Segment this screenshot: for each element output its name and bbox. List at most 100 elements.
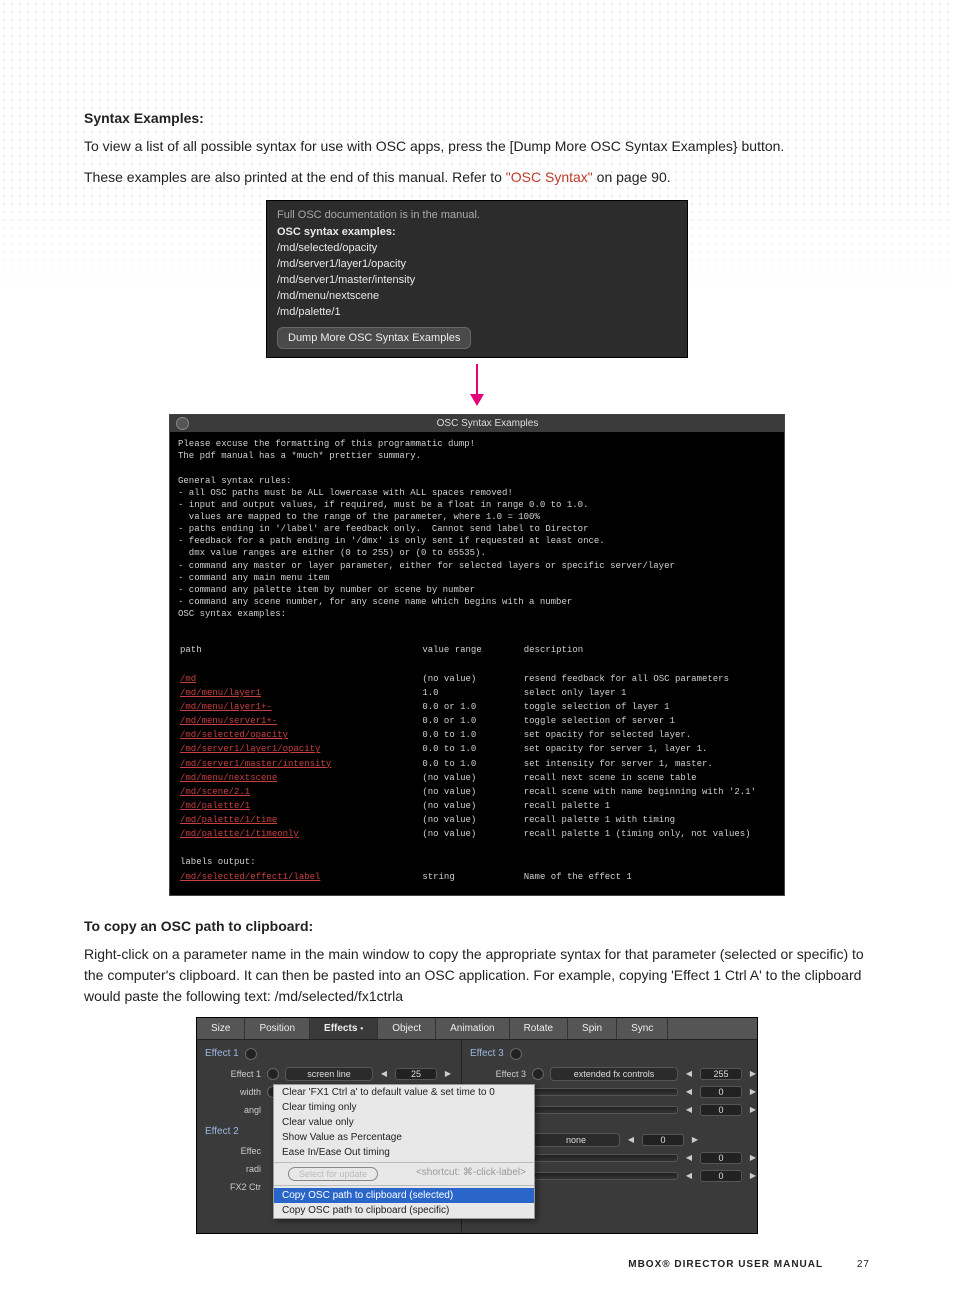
effect3-picker[interactable]: extended fx controls — [550, 1067, 678, 1081]
term-range: string — [422, 871, 503, 883]
para-also-printed-a: These examples are also printed at the e… — [84, 169, 506, 185]
left-arrow-icon[interactable]: ◀ — [379, 1069, 389, 1078]
left-arrow-icon[interactable]: ◀ — [626, 1135, 636, 1144]
console-line: /md/menu/nextscene — [277, 289, 677, 305]
trla-number[interactable]: 0 — [700, 1152, 742, 1164]
menu-clear-value[interactable]: Clear value only — [274, 1115, 534, 1130]
term-path: /md/menu/layer1+- — [180, 701, 402, 713]
labels-hdr: labels output: — [180, 856, 756, 868]
term-path: /md/palette/1 — [180, 800, 402, 812]
right-arrow-icon[interactable]: ▶ — [443, 1069, 453, 1078]
console-line: /md/server1/layer1/opacity — [277, 257, 677, 273]
menu-clear-default[interactable]: Clear 'FX1 Ctrl a' to default value & se… — [274, 1085, 534, 1100]
right-arrow-icon[interactable]: ▶ — [748, 1069, 758, 1078]
radi-label[interactable]: radi — [205, 1164, 261, 1174]
close-icon[interactable] — [176, 417, 189, 430]
left-arrow-icon[interactable]: ◀ — [684, 1087, 694, 1096]
tab-rotate[interactable]: Rotate — [510, 1018, 568, 1039]
term-desc: recall scene with name beginning with '2… — [524, 786, 756, 798]
fx3a-number[interactable]: 0 — [700, 1086, 742, 1098]
right-arrow-icon[interactable]: ▶ — [748, 1087, 758, 1096]
dump-more-button[interactable]: Dump More OSC Syntax Examples — [277, 327, 471, 349]
effect1-number[interactable]: 25 — [395, 1068, 437, 1080]
effect1-label[interactable]: Effect 1 — [205, 1069, 261, 1079]
width-label[interactable]: width — [205, 1087, 261, 1097]
heading-copy-path: To copy an OSC path to clipboard: — [84, 918, 870, 934]
right-arrow-icon[interactable]: ▶ — [748, 1171, 758, 1180]
ect4-picker[interactable]: none — [532, 1133, 620, 1147]
console-title: OSC syntax examples: — [277, 225, 677, 241]
term-desc: set intensity for server 1, master. — [524, 758, 756, 770]
menu-copy-osc-selected[interactable]: Copy OSC path to clipboard (selected) — [274, 1188, 534, 1203]
effec-label[interactable]: Effec — [205, 1146, 261, 1156]
trlb2-slider[interactable] — [532, 1172, 678, 1180]
term-path: /md/palette/1/timeonly — [180, 828, 402, 840]
arrow-down-icon — [470, 394, 484, 406]
console-cut-text: Full OSC documentation is in the manual. — [277, 209, 677, 221]
link-osc-syntax[interactable]: "OSC Syntax" — [506, 169, 593, 185]
tab-object[interactable]: Object — [378, 1018, 436, 1039]
page-footer: MBOX® DIRECTOR USER MANUAL 27 — [628, 1259, 870, 1270]
terminal-rule: values are mapped to the range of the pa… — [178, 511, 776, 523]
angl-label[interactable]: angl — [205, 1105, 261, 1115]
fx2ctr-label[interactable]: FX2 Ctr — [205, 1182, 261, 1192]
term-range: (no value) — [422, 772, 503, 784]
disclosure-icon[interactable] — [245, 1048, 257, 1060]
term-path: /md/selected/effect1/label — [180, 871, 402, 883]
trla-slider[interactable] — [532, 1154, 678, 1162]
tab-sync[interactable]: Sync — [617, 1018, 668, 1039]
menu-ease-timing[interactable]: Ease In/Ease Out timing — [274, 1145, 534, 1160]
terminal-rule: - command any scene number, for any scen… — [178, 596, 776, 608]
tab-effects[interactable]: Effects — [310, 1018, 378, 1039]
left-arrow-icon[interactable]: ◀ — [684, 1171, 694, 1180]
right-arrow-icon[interactable]: ▶ — [748, 1105, 758, 1114]
para-also-printed-b: on page 90. — [593, 169, 671, 185]
term-path: /md/server1/layer1/opacity — [180, 743, 402, 755]
col-desc: description — [524, 644, 756, 656]
tab-position[interactable]: Position — [245, 1018, 310, 1039]
select-for-update-button[interactable]: Select for update — [288, 1167, 378, 1181]
para-also-printed: These examples are also printed at the e… — [84, 167, 870, 188]
para-copy-explain: Right-click on a parameter name in the m… — [84, 944, 870, 1007]
console-line: /md/palette/1 — [277, 305, 677, 321]
effect3-number[interactable]: 255 — [700, 1068, 742, 1080]
terminal-rule: - command any main menu item — [178, 572, 776, 584]
menu-copy-osc-specific[interactable]: Copy OSC path to clipboard (specific) — [274, 1203, 534, 1218]
right-arrow-icon[interactable]: ▶ — [748, 1153, 758, 1162]
left-arrow-icon[interactable]: ◀ — [684, 1105, 694, 1114]
effect1-picker[interactable]: screen line — [285, 1067, 373, 1081]
terminal-title: OSC Syntax Examples — [197, 417, 778, 431]
trlb2-number[interactable]: 0 — [700, 1170, 742, 1182]
left-arrow-icon[interactable]: ◀ — [684, 1153, 694, 1162]
term-path: /md/menu/nextscene — [180, 772, 402, 784]
terminal-rules-hdr: General syntax rules: — [178, 475, 776, 487]
menu-clear-timing[interactable]: Clear timing only — [274, 1100, 534, 1115]
term-desc: set opacity for selected layer. — [524, 729, 756, 741]
console-line: /md/selected/opacity — [277, 241, 677, 257]
effect3-label[interactable]: Effect 3 — [470, 1069, 526, 1079]
term-desc: toggle selection of server 1 — [524, 715, 756, 727]
fx3a-slider[interactable] — [532, 1088, 678, 1096]
terminal-rule: - command any master or layer parameter,… — [178, 560, 776, 572]
term-desc: select only layer 1 — [524, 687, 756, 699]
ect4-number[interactable]: 0 — [642, 1134, 684, 1146]
term-range: 0.0 to 1.0 — [422, 729, 503, 741]
footer-page: 27 — [857, 1259, 870, 1270]
trlb-number[interactable]: 0 — [700, 1104, 742, 1116]
terminal-ex-hdr: OSC syntax examples: — [178, 608, 776, 620]
console-box: Full OSC documentation is in the manual.… — [266, 200, 688, 358]
right-arrow-icon[interactable]: ▶ — [690, 1135, 700, 1144]
menu-show-percentage[interactable]: Show Value as Percentage — [274, 1130, 534, 1145]
tab-size[interactable]: Size — [197, 1018, 245, 1039]
term-desc: set opacity for server 1, layer 1. — [524, 743, 756, 755]
trlb-slider[interactable] — [532, 1106, 678, 1114]
tab-spin[interactable]: Spin — [568, 1018, 617, 1039]
left-arrow-icon[interactable]: ◀ — [684, 1069, 694, 1078]
col-path: path — [180, 644, 402, 656]
tab-animation[interactable]: Animation — [436, 1018, 509, 1039]
disclosure-icon[interactable] — [510, 1048, 522, 1060]
arrow-line — [476, 364, 478, 394]
terminal-rule: - feedback for a path ending in '/dmx' i… — [178, 535, 776, 547]
term-desc: recall palette 1 (timing only, not value… — [524, 828, 756, 840]
effect2-header: Effect 2 — [205, 1126, 239, 1137]
